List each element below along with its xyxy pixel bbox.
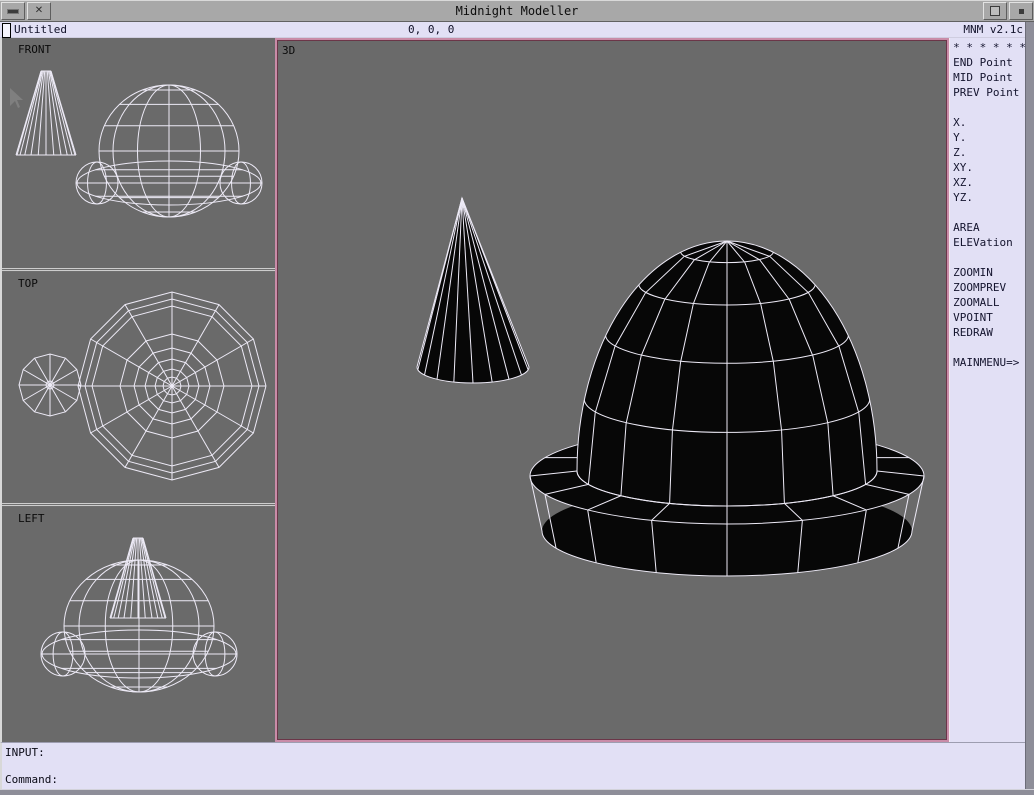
- viewport-top-label: TOP: [18, 277, 38, 290]
- viewport-left[interactable]: LEFT: [2, 507, 275, 742]
- ortho-viewports: FRONT TOP LEFT: [0, 38, 275, 742]
- app-window: ✕ Midnight Modeller Untitled 0, 0, 0 MNM…: [0, 0, 1034, 795]
- coordinate-readout: 0, 0, 0: [408, 22, 454, 38]
- app-version: MNM v2.1c: [963, 22, 1023, 38]
- menu-item-x[interactable]: X.: [953, 115, 1026, 130]
- mouse-cursor: [10, 88, 23, 108]
- window-menu-icon: [7, 9, 19, 14]
- front-wireframe-drawing: [2, 38, 275, 268]
- viewport-3d[interactable]: 3D: [275, 38, 949, 742]
- workspace: FRONT TOP LEFT 3D * * * * * *END PointMI…: [0, 38, 1034, 742]
- window-close-button[interactable]: ✕: [27, 2, 51, 20]
- viewport-front-label: FRONT: [18, 43, 51, 56]
- window-frame-bottom: [0, 789, 1034, 795]
- command-prompt[interactable]: Command:: [5, 773, 58, 786]
- status-bar: Untitled 0, 0, 0 MNM v2.1c: [0, 22, 1034, 38]
- input-prompt[interactable]: INPUT:: [5, 746, 45, 759]
- menu-item-zoomin[interactable]: ZOOMIN: [953, 265, 1026, 280]
- menu-item-end-point[interactable]: END Point: [953, 55, 1026, 70]
- menu-item-xz[interactable]: XZ.: [953, 175, 1026, 190]
- menu-item-y[interactable]: Y.: [953, 130, 1026, 145]
- menu-item-xy[interactable]: XY.: [953, 160, 1026, 175]
- window-title: Midnight Modeller: [52, 0, 982, 22]
- menu-item-z[interactable]: Z.: [953, 145, 1026, 160]
- window-titlebar: ✕ Midnight Modeller: [0, 0, 1034, 22]
- viewport-top[interactable]: TOP: [2, 272, 275, 503]
- menu-item-zoomall[interactable]: ZOOMALL: [953, 295, 1026, 310]
- left-wireframe-drawing: [2, 507, 275, 742]
- menu-item-yz[interactable]: YZ.: [953, 190, 1026, 205]
- menu-item-zoomprev[interactable]: ZOOMPREV: [953, 280, 1026, 295]
- render-3d-drawing: [278, 41, 952, 739]
- command-menu-list: * * * * * *END PointMID PointPREV Point X…: [950, 40, 1026, 370]
- viewport-front[interactable]: FRONT: [2, 38, 275, 268]
- top-wireframe-drawing: [2, 272, 275, 503]
- window-frame-right: [1025, 22, 1034, 790]
- close-icon: ✕: [35, 6, 43, 16]
- text-cursor-box[interactable]: [2, 23, 11, 38]
- window-maximize-button[interactable]: [1009, 2, 1033, 20]
- window-menu-button[interactable]: [1, 2, 25, 20]
- menu-item-mainmenu[interactable]: MAINMENU=>: [953, 355, 1026, 370]
- menu-item-vpoint[interactable]: VPOINT: [953, 310, 1026, 325]
- menu-item-elevation[interactable]: ELEVation: [953, 235, 1026, 250]
- menu-item-[interactable]: * * * * * *: [953, 40, 1026, 55]
- menu-item-area[interactable]: AREA: [953, 220, 1026, 235]
- restore-icon: [990, 6, 1000, 16]
- console: INPUT: Command:: [0, 742, 1026, 790]
- command-menu: * * * * * *END PointMID PointPREV Point X…: [949, 38, 1026, 742]
- window-restore-button[interactable]: [983, 2, 1007, 20]
- document-title: Untitled: [14, 22, 67, 38]
- maximize-icon: [1019, 9, 1024, 14]
- menu-item-redraw[interactable]: REDRAW: [953, 325, 1026, 340]
- menu-item-mid-point[interactable]: MID Point: [953, 70, 1026, 85]
- menu-item-prev-point[interactable]: PREV Point: [953, 85, 1026, 100]
- viewport-left-label: LEFT: [18, 512, 45, 525]
- viewport-3d-label: 3D: [282, 44, 295, 57]
